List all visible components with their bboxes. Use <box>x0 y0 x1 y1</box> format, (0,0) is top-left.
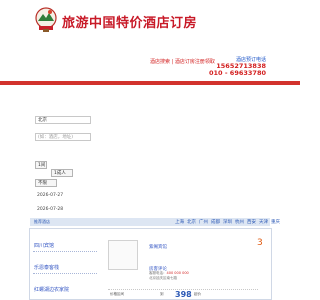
recommended-hotels-tab[interactable]: 推荐酒店 <box>34 219 50 225</box>
hotel-rating: 3 <box>257 238 263 248</box>
phone-number-2: 010 - 69633780 <box>209 69 266 77</box>
price-to-label: 到 <box>160 292 164 296</box>
city-link[interactable]: 深圳 <box>223 219 232 225</box>
city-link[interactable]: 杭州 <box>235 219 244 225</box>
hotel-address: 北京延庆区南七路 <box>149 276 177 280</box>
rooms-select[interactable]: 1间 <box>35 161 47 169</box>
keyword-input[interactable]: (如：酒店，地址) <box>35 133 91 141</box>
city-input[interactable]: 北京 <box>35 116 91 124</box>
hotel-link[interactable]: 红螺湖边农家院 <box>34 286 69 293</box>
price-range-label: 价格区间 <box>110 292 124 296</box>
phone-value: 400 000 000 <box>166 271 189 275</box>
hotel-link[interactable]: 乐恩泰客栈 <box>34 264 59 271</box>
logo-icon <box>35 7 57 32</box>
price-row: 价格区间 到 398 起价 <box>108 289 258 300</box>
adults-select[interactable]: 1成人 <box>51 169 73 177</box>
hotel-link[interactable]: 四川宾馆 <box>34 242 54 249</box>
checkin-date[interactable]: 2026-07-27 <box>37 193 63 198</box>
city-link[interactable]: 成都 <box>211 219 220 225</box>
hotel-thumbnail[interactable] <box>108 240 138 270</box>
divider <box>33 251 97 252</box>
header-divider <box>0 81 300 85</box>
city-link[interactable]: 西安 <box>247 219 256 225</box>
city-link[interactable]: 天津 <box>259 219 268 225</box>
site-title: 旅游中国特价酒店订房 <box>62 16 198 31</box>
city-link[interactable]: 广州 <box>199 219 208 225</box>
price-from-label: 起价 <box>194 292 201 296</box>
contact-block: 酒店预订电话 15652713838 010 - 69633780 <box>186 56 266 77</box>
type-select[interactable]: 不限 <box>35 179 57 187</box>
phone-label: 客服电话： <box>149 271 167 275</box>
city-link[interactable]: 上海 <box>175 219 184 225</box>
price-value: 398 <box>175 290 192 299</box>
city-nav-bar <box>30 218 270 226</box>
hotel-name-link[interactable]: 紫阁宾馆 <box>149 244 167 250</box>
city-link[interactable]: 重庆 <box>271 219 280 225</box>
divider <box>33 273 97 274</box>
city-link[interactable]: 北京 <box>187 219 196 225</box>
checkout-date[interactable]: 2026-07-28 <box>37 207 63 212</box>
